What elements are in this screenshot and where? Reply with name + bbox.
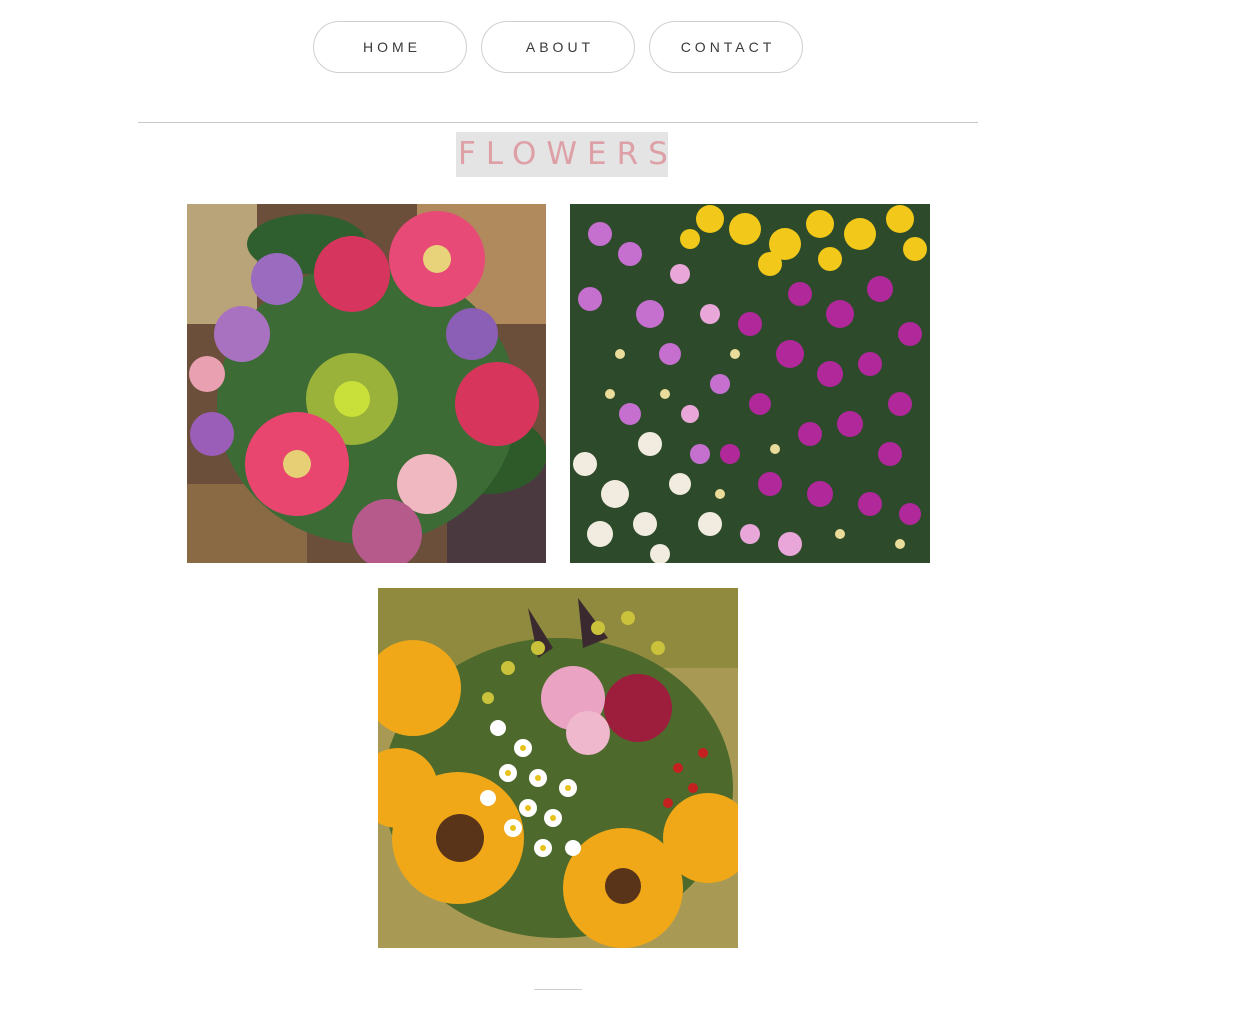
section-divider: [138, 122, 978, 123]
gallery-photo-flowerbed[interactable]: [570, 204, 930, 563]
bouquet-photo-image: [187, 204, 546, 563]
nav-about-button[interactable]: ABOUT: [481, 21, 635, 73]
nav-contact-button[interactable]: CONTACT: [649, 21, 803, 73]
footer-divider: [534, 989, 582, 990]
sunflower-bouquet-photo-image: [378, 588, 738, 948]
gallery-photo-sunflowers[interactable]: [378, 588, 738, 948]
page-title: FLOWERS: [456, 132, 668, 177]
flowerbed-photo-image: [570, 204, 930, 563]
page: HOME ABOUT CONTACT FLOWERS: [0, 0, 1247, 1023]
gallery-photo-bouquet[interactable]: [187, 204, 546, 563]
nav-home-button[interactable]: HOME: [313, 21, 467, 73]
